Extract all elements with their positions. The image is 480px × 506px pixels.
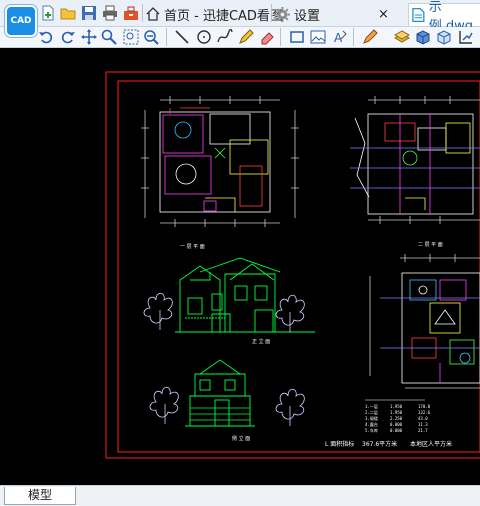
area-value: 367.6平方米: [362, 440, 397, 448]
svg-text:5.车库: 5.车库: [365, 427, 378, 433]
plan2-label: 二 层 平 面: [418, 242, 443, 248]
rectangle-tool-icon[interactable]: [289, 29, 305, 45]
pen-tool-icon[interactable]: [238, 29, 254, 45]
print-icon[interactable]: [102, 5, 118, 21]
side-elevation-label: 侧 立 面: [232, 435, 250, 442]
measure-icon[interactable]: [458, 29, 474, 45]
svg-text:4.露台: 4.露台: [365, 421, 378, 427]
tree-side-right: [275, 388, 305, 426]
image-tool-icon[interactable]: [310, 29, 326, 45]
floor-plan-1: [141, 96, 299, 227]
front-elevation-label: 正 立 面: [252, 338, 270, 345]
open-folder-icon[interactable]: [60, 5, 76, 21]
polyline-tool-icon[interactable]: [217, 29, 233, 45]
status-bar: 模型: [0, 485, 480, 506]
zoom-window-icon[interactable]: [123, 29, 139, 45]
svg-text:3.阁楼: 3.阁楼: [365, 415, 378, 421]
document-icon: [412, 7, 425, 23]
line-tool-icon[interactable]: [174, 29, 190, 45]
separator: [280, 28, 281, 46]
separator: [271, 4, 272, 22]
circle-tool-icon[interactable]: [196, 29, 212, 45]
home-icon: [146, 7, 160, 21]
zoom-icon[interactable]: [101, 29, 117, 45]
toolbox-icon[interactable]: [123, 5, 139, 21]
tab-close[interactable]: ×: [378, 3, 389, 25]
tab-settings[interactable]: 设置: [275, 3, 320, 25]
3d-view-icon[interactable]: [436, 29, 452, 45]
tree-left: [143, 292, 173, 330]
tab-settings-label: 设置: [294, 8, 321, 24]
layer-icon[interactable]: [394, 29, 410, 45]
zoom-extents-icon[interactable]: [143, 29, 159, 45]
svg-text:11.3: 11.3: [418, 422, 428, 427]
area-note: 本地区人平方米: [410, 440, 452, 448]
separator: [142, 4, 143, 22]
block-icon[interactable]: [415, 29, 431, 45]
svg-text:1.950: 1.950: [390, 410, 403, 415]
model-tab[interactable]: 模型: [4, 487, 76, 505]
separator: [353, 28, 354, 46]
area-table: 1.一层 1.950 170.8 2.二层 1.950 132.6 3.阁楼 2.250 4…: [365, 399, 431, 433]
svg-text:0.000: 0.000: [390, 422, 403, 427]
title-bar: CAD 首页 - 迅捷CAD看图 设置 × 示例.dwg: [0, 0, 480, 37]
tab-home[interactable]: 首页 - 迅捷CAD看图: [146, 3, 283, 25]
side-elevation: [185, 359, 255, 427]
erase-tool-icon[interactable]: [259, 29, 275, 45]
tree-right: [275, 294, 305, 332]
cad-drawing: 一 层 平 面 二 层 平 面 正 立 面 侧 立 面 1.一层 1.950 1…: [105, 71, 480, 459]
gear-icon: [275, 6, 290, 22]
tab-home-label: 首页 - 迅捷CAD看图: [164, 8, 283, 24]
svg-text:1.950: 1.950: [390, 404, 403, 409]
save-icon[interactable]: [81, 5, 97, 21]
toolbar: A: [0, 27, 480, 48]
plan1-label: 一 层 平 面: [180, 244, 205, 250]
svg-text:1.一层: 1.一层: [365, 403, 378, 409]
inner-frame: [117, 80, 480, 453]
drawing-canvas[interactable]: 一 层 平 面 二 层 平 面 正 立 面 侧 立 面 1.一层 1.950 1…: [0, 48, 480, 485]
text-tool-icon[interactable]: A: [332, 29, 348, 45]
detail-plan: [369, 254, 480, 389]
separator: [166, 28, 167, 46]
svg-text:0.000: 0.000: [390, 428, 403, 433]
svg-text:43.0: 43.0: [418, 416, 428, 421]
svg-text:21.7: 21.7: [418, 428, 428, 433]
app-logo[interactable]: CAD: [5, 5, 37, 37]
tree-side-left: [149, 386, 179, 424]
area-table-title: L 面积指标: [325, 440, 354, 448]
markup-pen-icon[interactable]: [362, 29, 378, 45]
floor-plan-2: [350, 96, 480, 224]
svg-text:170.8: 170.8: [418, 404, 431, 409]
redo-icon[interactable]: [60, 29, 76, 45]
svg-text:132.6: 132.6: [418, 410, 431, 415]
new-file-icon[interactable]: [40, 5, 56, 21]
undo-icon[interactable]: [38, 29, 54, 45]
svg-text:2.250: 2.250: [390, 416, 403, 421]
tab-active-document[interactable]: 示例.dwg: [408, 0, 480, 34]
svg-text:2.二层: 2.二层: [365, 409, 378, 415]
pan-icon[interactable]: [81, 29, 97, 45]
